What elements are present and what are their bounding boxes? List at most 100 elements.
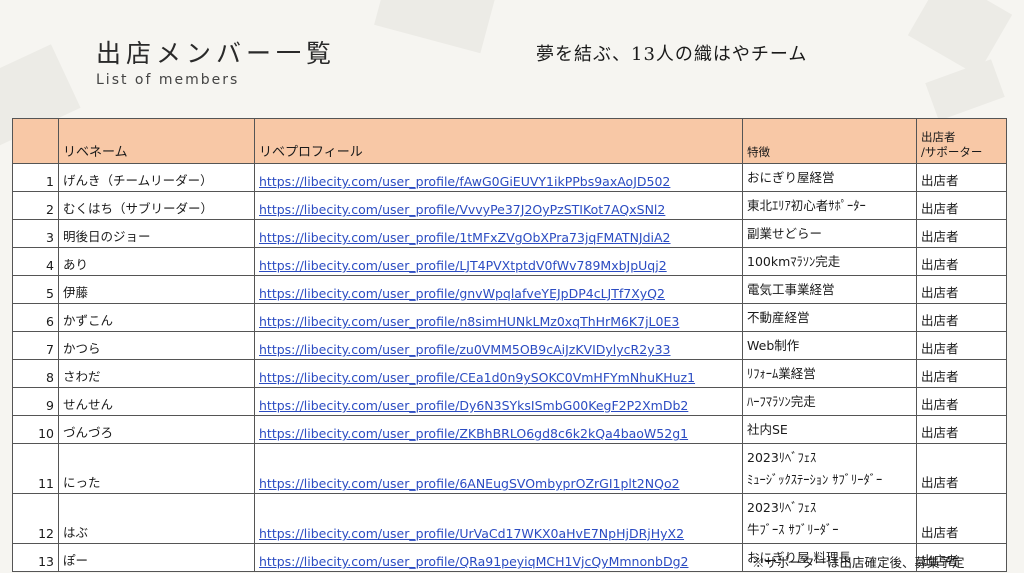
feature-text: 100kmﾏﾗｿﾝ完走 bbox=[747, 254, 841, 269]
feature-text: 不動産経営 bbox=[747, 310, 810, 325]
feature-text: おにぎり屋経営 bbox=[747, 170, 835, 185]
row-number: 4 bbox=[12, 247, 59, 276]
table-row: 7 かつら https://libecity.com/user_profile/zu… bbox=[12, 331, 1007, 360]
header-profile: リベプロフィール bbox=[254, 118, 743, 164]
profile-link[interactable]: https://libecity.com/user_profile/QRa91p… bbox=[259, 554, 688, 569]
table-row: 4 あり https://libecity.com/user_profile/LJT… bbox=[12, 247, 1007, 276]
member-role: 出店者 bbox=[916, 163, 1007, 192]
profile-link[interactable]: https://libecity.com/user_profile/n8simH… bbox=[259, 314, 679, 329]
footnote: ※サポーターは出店確定後、募集予定 bbox=[752, 555, 965, 570]
member-name: げんき（チームリーダー） bbox=[58, 163, 255, 192]
background-shape bbox=[374, 0, 496, 54]
feature-text: Web制作 bbox=[747, 338, 800, 353]
feature-text: ﾊｰﾌﾏﾗｿﾝ完走 bbox=[747, 394, 816, 409]
profile-cell: https://libecity.com/user_profile/Dy6N3S… bbox=[254, 387, 743, 416]
feature-cell: 100kmﾏﾗｿﾝ完走 bbox=[742, 247, 917, 276]
profile-link[interactable]: https://libecity.com/user_profile/zu0VMM… bbox=[259, 342, 671, 357]
feature-cell: ﾘﾌｫｰﾑ業経営 bbox=[742, 359, 917, 388]
feature-cell: おにぎり屋経営 bbox=[742, 163, 917, 192]
member-role: 出店者 bbox=[916, 219, 1007, 248]
profile-cell: https://libecity.com/user_profile/CEa1d0… bbox=[254, 359, 743, 388]
row-number: 10 bbox=[12, 415, 59, 444]
table-row: 8 さわだ https://libecity.com/user_profile/CE… bbox=[12, 359, 1007, 388]
member-name: せんせん bbox=[58, 387, 255, 416]
feature-text: 東北ｴﾘｱ初心者ｻﾎﾟｰﾀｰ bbox=[747, 198, 866, 213]
table-row: 2 むくはち（サブリーダー） https://libecity.com/user_p… bbox=[12, 191, 1007, 220]
table-row: 10 づんづろ https://libecity.com/user_profile/… bbox=[12, 415, 1007, 444]
member-name: むくはち（サブリーダー） bbox=[58, 191, 255, 220]
header-role-line1: 出店者 bbox=[921, 130, 956, 144]
row-number: 9 bbox=[12, 387, 59, 416]
feature-text: ﾐｭｰｼﾞｯｸｽﾃｰｼｮﾝ ｻﾌﾞﾘｰﾀﾞｰ bbox=[747, 472, 883, 487]
profile-cell: https://libecity.com/user_profile/zu0VMM… bbox=[254, 331, 743, 360]
member-name: あり bbox=[58, 247, 255, 276]
profile-cell: https://libecity.com/user_profile/UrVaCd… bbox=[254, 493, 743, 544]
profile-link[interactable]: https://libecity.com/user_profile/VvvyPe… bbox=[259, 202, 665, 217]
member-name: 明後日のジョー bbox=[58, 219, 255, 248]
member-role: 出店者 bbox=[916, 191, 1007, 220]
member-name: かつら bbox=[58, 331, 255, 360]
feature-cell: 2023ﾘﾍﾞﾌｪｽ ﾐｭｰｼﾞｯｸｽﾃｰｼｮﾝ ｻﾌﾞﾘｰﾀﾞｰ bbox=[742, 443, 917, 494]
feature-cell: 副業せどらー bbox=[742, 219, 917, 248]
feature-cell: Web制作 bbox=[742, 331, 917, 360]
profile-link[interactable]: https://libecity.com/user_profile/ZKBhBR… bbox=[259, 426, 688, 441]
table-row: 6 かずこん https://libecity.com/user_profile/n… bbox=[12, 303, 1007, 332]
feature-cell: 不動産経営 bbox=[742, 303, 917, 332]
profile-link[interactable]: https://libecity.com/user_profile/gnvWpq… bbox=[259, 286, 665, 301]
profile-cell: https://libecity.com/user_profile/QRa91p… bbox=[254, 543, 743, 572]
profile-link[interactable]: https://libecity.com/user_profile/CEa1d0… bbox=[259, 370, 695, 385]
profile-cell: https://libecity.com/user_profile/6ANEug… bbox=[254, 443, 743, 494]
row-number: 7 bbox=[12, 331, 59, 360]
table-row: 5 伊藤 https://libecity.com/user_profile/gnv… bbox=[12, 275, 1007, 304]
profile-cell: https://libecity.com/user_profile/1tMFxZ… bbox=[254, 219, 743, 248]
table-row: 12 はぶ https://libecity.com/user_profile/Ur… bbox=[12, 493, 1007, 544]
header-role: 出店者/サポーター bbox=[916, 118, 1007, 164]
table-row: 9 せんせん https://libecity.com/user_profile/D… bbox=[12, 387, 1007, 416]
member-role: 出店者 bbox=[916, 443, 1007, 494]
profile-link[interactable]: https://libecity.com/user_profile/Dy6N3S… bbox=[259, 398, 688, 413]
feature-text: 2023ﾘﾍﾞﾌｪｽ bbox=[747, 500, 817, 515]
profile-link[interactable]: https://libecity.com/user_profile/LJT4PV… bbox=[259, 258, 667, 273]
feature-text: 電気工事業経営 bbox=[747, 282, 835, 297]
row-number: 8 bbox=[12, 359, 59, 388]
row-number: 3 bbox=[12, 219, 59, 248]
member-role: 出店者 bbox=[916, 247, 1007, 276]
member-role: 出店者 bbox=[916, 331, 1007, 360]
feature-text: 副業せどらー bbox=[747, 226, 823, 241]
profile-link[interactable]: https://libecity.com/user_profile/1tMFxZ… bbox=[259, 230, 671, 245]
profile-cell: https://libecity.com/user_profile/fAwG0G… bbox=[254, 163, 743, 192]
row-number: 13 bbox=[12, 543, 59, 572]
row-number: 6 bbox=[12, 303, 59, 332]
feature-text: 牛ﾌﾞｰｽ ｻﾌﾞﾘｰﾀﾞｰ bbox=[747, 522, 839, 537]
background-shape bbox=[907, 0, 1013, 76]
member-name: はぶ bbox=[58, 493, 255, 544]
header-number bbox=[12, 118, 59, 164]
member-role: 出店者 bbox=[916, 275, 1007, 304]
profile-link[interactable]: https://libecity.com/user_profile/6ANEug… bbox=[259, 476, 680, 491]
feature-text: 2023ﾘﾍﾞﾌｪｽ bbox=[747, 450, 817, 465]
profile-cell: https://libecity.com/user_profile/gnvWpq… bbox=[254, 275, 743, 304]
feature-cell: ﾊｰﾌﾏﾗｿﾝ完走 bbox=[742, 387, 917, 416]
row-number: 12 bbox=[12, 493, 59, 544]
table-row: 1 げんき（チームリーダー） https://libecity.com/user_p… bbox=[12, 163, 1007, 192]
table-row: 3 明後日のジョー https://libecity.com/user_profil… bbox=[12, 219, 1007, 248]
profile-link[interactable]: https://libecity.com/user_profile/fAwG0G… bbox=[259, 174, 670, 189]
page-subtitle: List of members bbox=[96, 72, 240, 88]
member-name: づんづろ bbox=[58, 415, 255, 444]
profile-link[interactable]: https://libecity.com/user_profile/UrVaCd… bbox=[259, 526, 684, 541]
feature-text: ﾘﾌｫｰﾑ業経営 bbox=[747, 366, 816, 381]
page-title: 出店メンバー一覧 bbox=[96, 39, 337, 68]
profile-cell: https://libecity.com/user_profile/n8simH… bbox=[254, 303, 743, 332]
profile-cell: https://libecity.com/user_profile/LJT4PV… bbox=[254, 247, 743, 276]
header-feature: 特徴 bbox=[742, 118, 917, 164]
row-number: 11 bbox=[12, 443, 59, 494]
background-shape bbox=[925, 59, 1005, 121]
header-role-line2: /サポーター bbox=[921, 145, 983, 159]
profile-cell: https://libecity.com/user_profile/ZKBhBR… bbox=[254, 415, 743, 444]
row-number: 5 bbox=[12, 275, 59, 304]
feature-cell: 社内SE bbox=[742, 415, 917, 444]
profile-cell: https://libecity.com/user_profile/VvvyPe… bbox=[254, 191, 743, 220]
member-role: 出店者 bbox=[916, 303, 1007, 332]
member-name: ぽー bbox=[58, 543, 255, 572]
feature-cell: 2023ﾘﾍﾞﾌｪｽ 牛ﾌﾞｰｽ ｻﾌﾞﾘｰﾀﾞｰ bbox=[742, 493, 917, 544]
